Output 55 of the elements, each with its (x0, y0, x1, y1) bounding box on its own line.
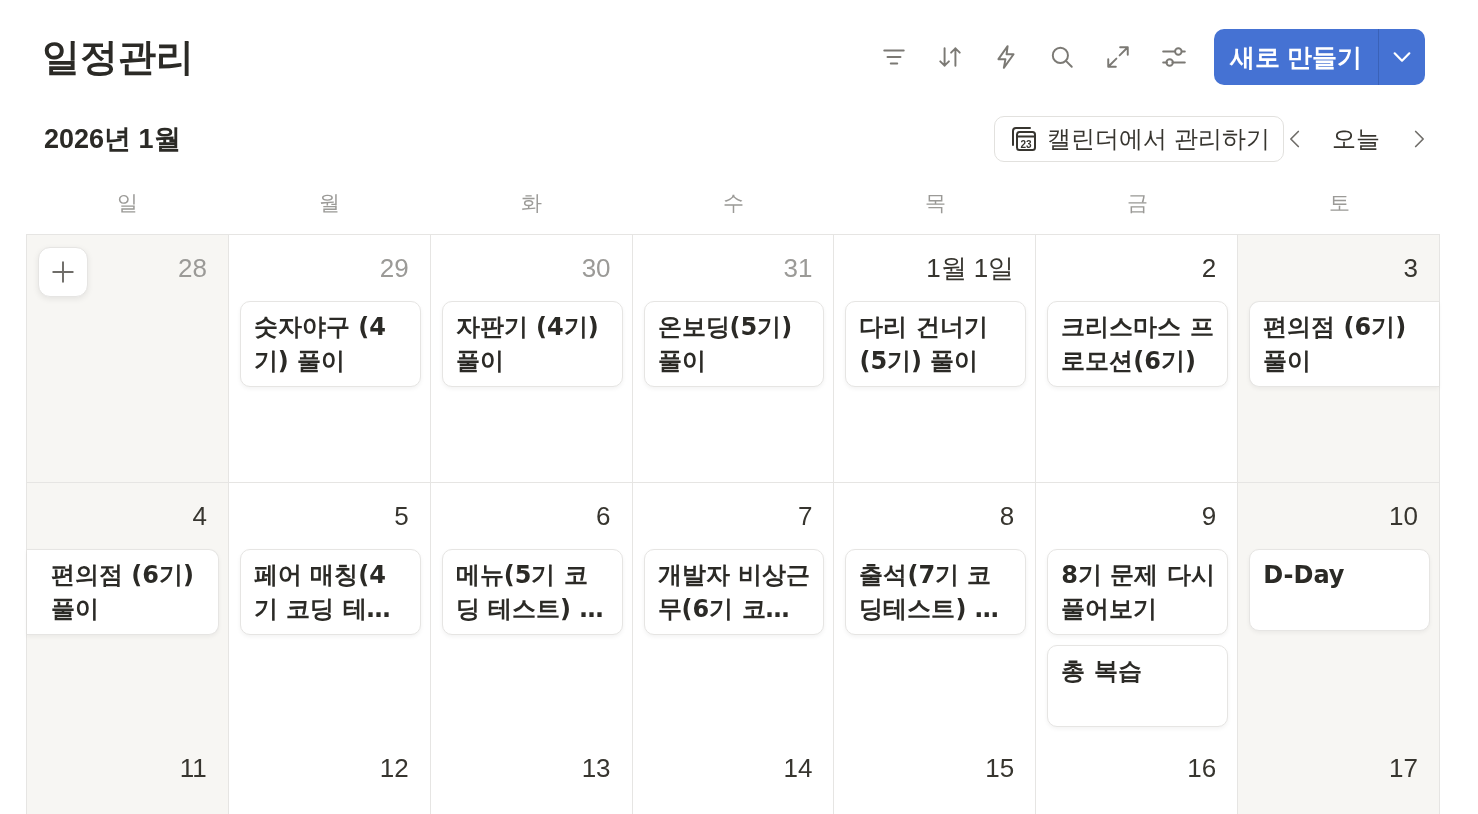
button-label: 캘린더에서 관리하기 (1047, 124, 1270, 154)
month-label: 2026년 1월 (44, 123, 182, 156)
day-number: 31 (783, 252, 813, 284)
expand-icon (1105, 44, 1132, 70)
weekday-label: 목 (924, 190, 946, 216)
weekday-label: 일 (116, 190, 138, 216)
day-number: 15 (985, 752, 1015, 784)
day-number: 17 (1389, 752, 1418, 784)
search-icon (1049, 44, 1076, 70)
day-number: 28 (177, 252, 207, 284)
event-card[interactable]: 메뉴(5기 코딩 테스트) … (441, 549, 623, 635)
weekday-label: 월 (318, 190, 340, 216)
event-card[interactable]: 총 복습 (1047, 645, 1229, 727)
day-number: 4 (192, 500, 207, 532)
day-number: 13 (581, 752, 611, 784)
day-number: 3 (1403, 252, 1418, 284)
sliders-icon (1161, 44, 1188, 70)
event-card[interactable]: 페어 매칭(4기 코딩 테… (239, 549, 421, 635)
day-number: 2 (1201, 252, 1217, 284)
day-number: 30 (581, 252, 611, 284)
event-card[interactable]: 8기 문제 다시 풀어보기 (1047, 549, 1229, 635)
day-number: 1월 1일 (926, 251, 1015, 285)
weekday-label: 금 (1126, 190, 1148, 216)
event-card[interactable]: 편의점 (6기) 풀이 (1249, 301, 1439, 387)
new-button[interactable]: 새로 만들기 (1214, 29, 1378, 85)
day-number: 29 (379, 252, 409, 284)
today-button[interactable]: 오늘 (1326, 119, 1386, 159)
event-card[interactable]: 개발자 비상근무(6기 코… (643, 549, 825, 635)
day-number: 8 (999, 500, 1015, 532)
weekday-label: 수 (722, 190, 744, 216)
day-number: 11 (179, 752, 207, 784)
day-number: 14 (783, 752, 813, 784)
day-number: 12 (379, 752, 409, 784)
day-number: 9 (1201, 500, 1217, 532)
event-card[interactable]: 자판기 (4기) 풀이 (441, 301, 623, 387)
event-card[interactable]: 다리 건너기 (5기) 풀이 (845, 301, 1027, 387)
weekday-label: 토 (1328, 190, 1350, 216)
day-number: 7 (797, 500, 813, 532)
event-card[interactable]: D-Day (1249, 549, 1430, 631)
day-number: 10 (1389, 500, 1418, 532)
dropdown-button[interactable] (1378, 29, 1425, 85)
event-card[interactable]: 온보딩(5기) 풀이 (643, 301, 825, 387)
add-event-button[interactable] (38, 247, 88, 297)
event-card[interactable]: 크리스마스 프로모션(6기) (1047, 301, 1229, 387)
plus-icon (50, 259, 76, 285)
event-card[interactable]: 숫자야구 (4기) 풀이 (239, 301, 421, 387)
event-card[interactable]: 편의점 (6기) 풀이 (27, 549, 219, 635)
day-number: 5 (394, 500, 409, 532)
page-title: 일정관리 (42, 34, 195, 80)
manage-in-calendar-button[interactable]: 23 캘린더에서 관리하기 (994, 116, 1284, 162)
event-card[interactable]: 출석(7기 코딩테스트) … (845, 549, 1027, 635)
sort-arrows-icon (937, 44, 964, 70)
day-number: 6 (596, 500, 611, 532)
weekday-label: 화 (520, 190, 542, 216)
day-number: 16 (1187, 752, 1217, 784)
